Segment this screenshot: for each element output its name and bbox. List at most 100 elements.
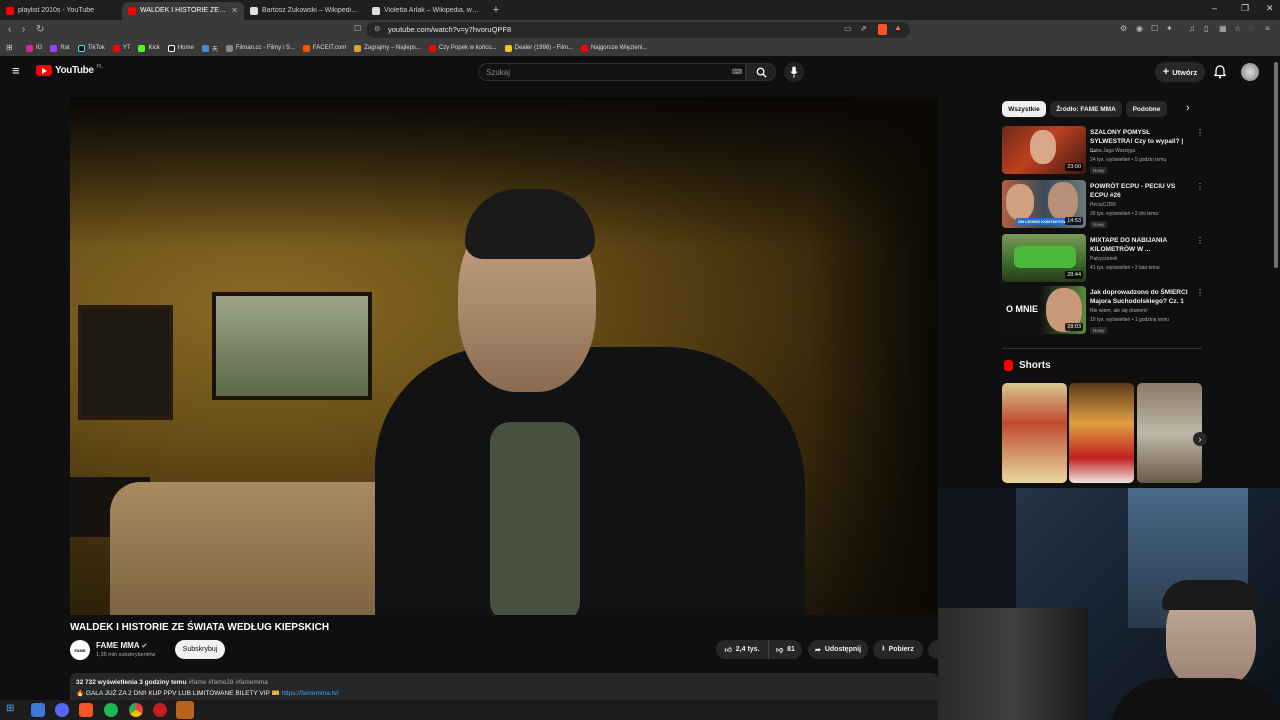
menu-icon[interactable]: ≡ — [1265, 24, 1270, 33]
tab-wiki-arlak[interactable]: Violetta Arlak – Wikipedia, wolna enc — [366, 2, 488, 20]
address-bar[interactable]: ⚙ youtube.com/watch?v=y7hvoruQPF8 ▭ ⇗ ▲ — [366, 22, 910, 38]
channel-name[interactable]: Baba Jaga Warzęga — [1090, 148, 1135, 154]
extension-icon[interactable]: ⚙ — [1120, 24, 1127, 33]
chip-from-fame[interactable]: Źródło: FAME MMA — [1050, 101, 1122, 117]
bookmark-translate[interactable]: 天 — [201, 44, 218, 53]
extension-icon[interactable]: ☐ — [1151, 24, 1158, 33]
apps-grid-icon[interactable]: ⊞ — [6, 43, 13, 52]
chrome-icon[interactable] — [129, 703, 143, 717]
video-thumbnail[interactable]: ON LEDWO KONTAKTOWAŁ 14:53 — [1002, 180, 1086, 228]
download-button[interactable]: ⭳ Pobierz — [873, 640, 923, 659]
close-tab-icon[interactable]: ✕ — [231, 6, 238, 15]
hashtags[interactable]: #fame #fame28 #famemma — [188, 679, 267, 686]
dislike-button[interactable]: 👎︎ 81 — [768, 640, 802, 659]
media-icon[interactable]: ♫ — [1189, 24, 1195, 33]
bookmark-zagrajmy[interactable]: Zagrajmy – Najleps... — [354, 44, 421, 52]
recommended-video[interactable]: ON LEDWO KONTAKTOWAŁ 14:53 POWRÓT ECPU -… — [1002, 180, 1204, 230]
brave-rewards-icon[interactable]: ▲ — [894, 23, 902, 32]
bookmark-wiezienia[interactable]: Najgorsze Więzieni... — [580, 44, 647, 52]
page-scrollbar[interactable] — [1274, 62, 1278, 268]
close-window-icon[interactable]: ✕ — [1266, 3, 1274, 14]
reload-icon[interactable]: ↻ — [36, 24, 44, 35]
shorts-header: Shorts — [1004, 360, 1051, 371]
bookmark-icon[interactable]: ☐ — [354, 24, 361, 33]
bookmark-popek[interactable]: Czy Popek w końcu... — [428, 44, 497, 52]
back-icon[interactable]: ‹ — [8, 24, 11, 35]
search-button[interactable] — [746, 63, 776, 81]
notifications-bell-icon[interactable] — [1214, 65, 1226, 79]
share-button[interactable]: ➦ Udostępnij — [808, 640, 868, 659]
app-icon[interactable] — [153, 703, 167, 717]
voice-search-button[interactable] — [784, 62, 804, 82]
recommended-video[interactable]: O MNIE 28:03 Jak doprowadzono do ŚMIERCI… — [1002, 286, 1204, 336]
channel-name[interactable]: PeciuCJDR — [1090, 202, 1116, 208]
youtube-logo[interactable]: YouTube PL — [36, 64, 103, 76]
extension-icon[interactable]: ◉ — [1136, 24, 1143, 33]
share-page-icon[interactable]: ⇗ — [860, 24, 867, 33]
forward-icon[interactable]: › — [22, 24, 25, 35]
wallet-icon[interactable]: ◌ — [1249, 24, 1254, 33]
subscribe-button[interactable]: Subskrybuj — [175, 640, 225, 659]
windows-start-icon[interactable]: ⊞ — [6, 703, 14, 714]
extensions-puzzle-icon[interactable]: ✦ — [1166, 24, 1173, 33]
bookmark-rat[interactable]: Rat — [50, 44, 70, 52]
more-actions-button[interactable] — [928, 640, 938, 659]
tab-wiki-zukowski[interactable]: Bartosz Żukowski – Wikipedia, wolna — [244, 2, 366, 20]
more-options-icon[interactable]: ⋮ — [1196, 288, 1204, 297]
new-tab-icon[interactable]: + — [488, 4, 504, 16]
more-options-icon[interactable]: ⋮ — [1196, 128, 1204, 137]
description-link[interactable]: https://famemma.tv/ — [281, 690, 338, 697]
video-thumbnail[interactable]: 28:44 — [1002, 234, 1086, 282]
short-item[interactable] — [1002, 383, 1067, 483]
brave-browser-icon[interactable] — [79, 703, 93, 717]
channel-name[interactable]: Patryczeeek — [1090, 256, 1118, 262]
video-thumbnail[interactable]: O MNIE 28:03 — [1002, 286, 1086, 334]
bookmark-yt[interactable]: YT — [112, 44, 130, 52]
spotify-icon[interactable] — [104, 703, 118, 717]
channel-name[interactable]: Nie wiem, ale się dowiem! — [1090, 308, 1148, 314]
chip-label: Podobne — [1132, 105, 1161, 113]
maximize-icon[interactable]: ❐ — [1241, 3, 1249, 14]
minimize-icon[interactable]: – — [1212, 3, 1217, 13]
thumb-figure — [1030, 130, 1056, 164]
discord-icon[interactable] — [55, 703, 69, 717]
hamburger-menu-icon[interactable]: ≡ — [12, 63, 20, 78]
recommended-video[interactable]: 23:00 SZALONY POMYSŁ SYLWESTRA! Czy to w… — [1002, 126, 1204, 176]
sidebar-icon[interactable]: ▯ — [1204, 24, 1208, 33]
bookmark-kick[interactable]: Kick — [138, 44, 160, 52]
bookmark-filman[interactable]: Filman.cc - Filmy i S... — [225, 44, 295, 52]
recommended-video[interactable]: 28:44 MIXTAPE DO NABIJANIA KILOMETRÓW W … — [1002, 234, 1204, 284]
site-info-icon[interactable]: ⚙ — [374, 25, 380, 33]
star-icon[interactable]: ☆ — [1234, 24, 1241, 33]
create-button[interactable]: + Utwórz — [1155, 62, 1205, 82]
bookmark-tiktok[interactable]: TikTok — [77, 44, 105, 52]
tab-playlist[interactable]: playlist 2010s - YouTube — [0, 2, 122, 20]
install-icon[interactable]: ▭ — [844, 24, 852, 33]
tab-groups-icon[interactable]: ▦ — [1219, 24, 1227, 33]
short-item[interactable] — [1137, 383, 1202, 483]
chip-related[interactable]: Podobne — [1126, 101, 1167, 117]
file-explorer-icon[interactable] — [31, 703, 45, 717]
short-item[interactable] — [1069, 383, 1134, 483]
search-input[interactable]: Szukaj ⌨ — [478, 63, 746, 81]
chip-all[interactable]: Wszystkie — [1002, 101, 1046, 117]
bookmark-home[interactable]: Home — [167, 44, 194, 52]
brave-shield-icon[interactable] — [878, 24, 887, 35]
tab-waldek[interactable]: WALDEK I HISTORIE ZE ŚWIAT ✕ — [122, 1, 244, 20]
like-button[interactable]: 👍︎ 2,4 tys. — [716, 640, 768, 659]
keyboard-icon[interactable]: ⌨ — [732, 68, 742, 76]
chevron-right-icon[interactable]: › — [1186, 102, 1190, 114]
app-icon[interactable] — [176, 701, 194, 719]
video-player[interactable] — [70, 97, 938, 615]
account-avatar[interactable] — [1241, 63, 1259, 81]
channel-avatar[interactable]: FAME — [70, 640, 90, 660]
more-options-icon[interactable]: ⋮ — [1196, 182, 1204, 191]
video-thumbnail[interactable]: 23:00 — [1002, 126, 1086, 174]
more-options-icon[interactable]: ⋮ — [1196, 236, 1204, 245]
bookmark-dealer[interactable]: Dealer (1996) - Film... — [504, 44, 573, 52]
bookmark-faceit[interactable]: FACEIT.com — [302, 44, 346, 52]
bookmark-ig[interactable]: IG — [26, 44, 42, 52]
shorts-next-icon[interactable]: › — [1193, 432, 1207, 446]
video-title: WALDEK I HISTORIE ZE ŚWIATA WEDŁUG KIEPS… — [70, 622, 330, 633]
channel-name[interactable]: FAME MMA ✔ — [96, 641, 147, 650]
